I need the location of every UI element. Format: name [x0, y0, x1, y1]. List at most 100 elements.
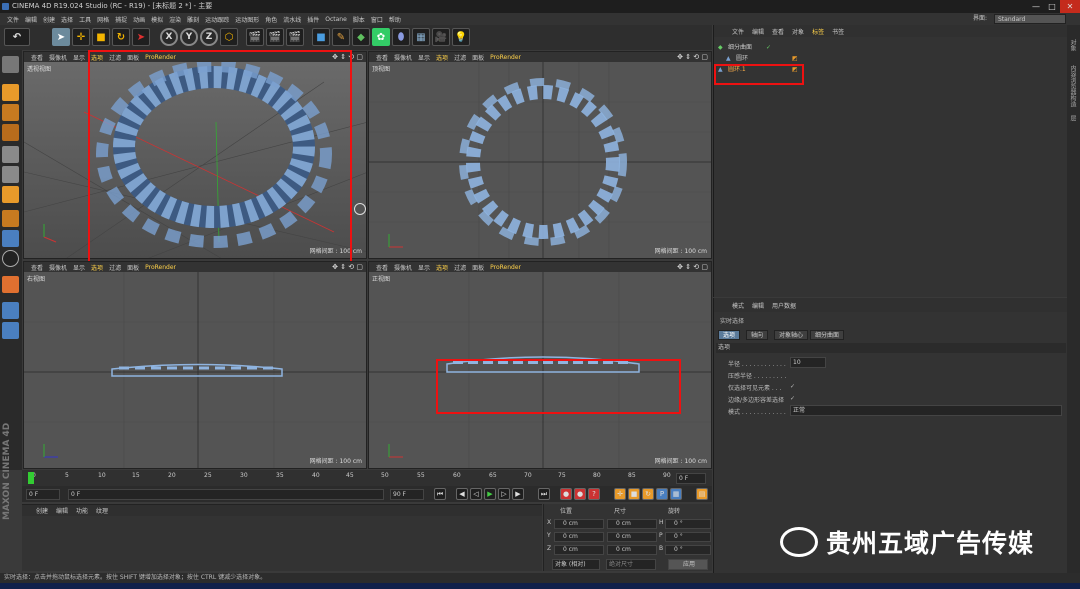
size-x-field[interactable]: 0 cm: [607, 519, 657, 529]
rotation-p-field[interactable]: 0 °: [665, 532, 711, 542]
subdivision-surface-icon[interactable]: ◆: [352, 28, 370, 46]
vp-menu-filter[interactable]: 过滤: [106, 53, 124, 62]
menu-mesh[interactable]: 网格: [94, 15, 112, 24]
prev-frame-icon[interactable]: ◁: [470, 488, 482, 500]
menu-select[interactable]: 选择: [58, 15, 76, 24]
go-to-start-icon[interactable]: ⏮: [434, 488, 446, 500]
visibility-check-icon[interactable]: ✓: [766, 43, 771, 53]
make-editable-icon[interactable]: [2, 56, 19, 73]
position-y-field[interactable]: 0 cm: [554, 532, 604, 542]
cube-icon[interactable]: ■: [312, 28, 330, 46]
end-frame-field[interactable]: 90 F: [390, 489, 424, 500]
vp-menu-view[interactable]: 查看: [28, 263, 46, 272]
menu-help[interactable]: 帮助: [386, 15, 404, 24]
tab-object-axis[interactable]: 对象轴心: [774, 330, 809, 340]
viewport-top[interactable]: 查看 摄像机 显示 选项 过滤 面板 ProRender ✥ ⇕ ⟲ ▢ 顶视图…: [368, 51, 712, 259]
layer-icon[interactable]: [2, 302, 19, 319]
playhead[interactable]: [28, 472, 34, 484]
obj-menu-file[interactable]: 文件: [728, 27, 748, 36]
snap-icon[interactable]: [2, 250, 19, 267]
axis-mode-icon[interactable]: [2, 210, 19, 227]
coord-mode-select[interactable]: 对象 (相对): [552, 559, 600, 570]
tab-subdivision[interactable]: 细分曲面: [810, 330, 845, 340]
menu-octane[interactable]: Octane: [322, 16, 350, 23]
next-frame-icon[interactable]: ▷: [498, 488, 510, 500]
attr-menu-edit[interactable]: 编辑: [748, 301, 768, 310]
vp-menu-options[interactable]: 选项: [88, 53, 106, 62]
obj-menu-view[interactable]: 查看: [768, 27, 788, 36]
menu-tools[interactable]: 工具: [76, 15, 94, 24]
viewport-nav-icon[interactable]: ✥ ⇕ ⟲ ▢: [332, 263, 363, 271]
tab-content-browser[interactable]: 内容浏览器: [1068, 65, 1077, 95]
vp-menu-display[interactable]: 显示: [70, 263, 88, 272]
vp-menu-cameras[interactable]: 摄像机: [391, 263, 415, 272]
tag-icon[interactable]: ◩: [792, 54, 798, 64]
model-mode-icon[interactable]: [2, 84, 19, 101]
timeline-ruler[interactable]: 0 5 10 15 20 25 30 35 40 45 50 55 60 65 …: [22, 470, 712, 486]
coordinate-system-icon[interactable]: ⬡: [220, 28, 238, 46]
start-frame-field[interactable]: 0 F: [26, 489, 60, 500]
recent-tool-icon[interactable]: ➤: [132, 28, 150, 46]
rotation-b-field[interactable]: 0 °: [665, 545, 711, 555]
vp-menu-options[interactable]: 选项: [433, 263, 451, 272]
render-settings-icon[interactable]: 🎬: [286, 28, 304, 46]
auto-key-icon[interactable]: ●: [574, 488, 586, 500]
layout-select[interactable]: Standard: [994, 14, 1066, 24]
vp-menu-prorender[interactable]: ProRender: [142, 54, 179, 61]
vp-menu-filter[interactable]: 过滤: [451, 263, 469, 272]
tab-options[interactable]: 选项: [718, 330, 741, 340]
mode-select[interactable]: 正常: [790, 405, 1062, 416]
quantize-icon[interactable]: [2, 276, 19, 293]
render-view-icon[interactable]: 🎬: [246, 28, 264, 46]
x-axis-lock-icon[interactable]: X: [160, 28, 178, 46]
mat-menu-create[interactable]: 创建: [32, 506, 52, 515]
mat-menu-edit[interactable]: 编辑: [52, 506, 72, 515]
menu-file[interactable]: 文件: [4, 15, 22, 24]
vp-menu-prorender[interactable]: ProRender: [487, 264, 524, 271]
object-row[interactable]: ▲ 圆环 ◩: [714, 54, 1068, 64]
vp-menu-panel[interactable]: 面板: [124, 53, 142, 62]
obj-menu-bookmarks[interactable]: 书签: [828, 27, 848, 36]
mat-menu-texture[interactable]: 纹理: [92, 506, 112, 515]
range-slider[interactable]: 0 F: [68, 489, 384, 500]
polygons-mode-icon[interactable]: [2, 186, 19, 203]
vp-menu-view[interactable]: 查看: [28, 53, 46, 62]
vp-menu-cameras[interactable]: 摄像机: [46, 263, 70, 272]
viewport-front[interactable]: 查看 摄像机 显示 选项 过滤 面板 ProRender ✥ ⇕ ⟲ ▢ 正视图…: [368, 261, 712, 469]
menu-create[interactable]: 创建: [40, 15, 58, 24]
timeline-window-icon[interactable]: ▤: [696, 488, 708, 500]
menu-sculpt[interactable]: 雕刻: [184, 15, 202, 24]
size-mode-select[interactable]: 绝对尺寸: [606, 559, 656, 570]
menu-edit[interactable]: 编辑: [22, 15, 40, 24]
solo-icon[interactable]: [2, 322, 19, 339]
apply-button[interactable]: 应用: [668, 559, 708, 570]
vp-menu-view[interactable]: 查看: [373, 53, 391, 62]
z-axis-lock-icon[interactable]: Z: [200, 28, 218, 46]
mat-menu-function[interactable]: 功能: [72, 506, 92, 515]
edges-mode-icon[interactable]: [2, 166, 19, 183]
viewport-right[interactable]: 查看 摄像机 显示 选项 过滤 面板 ProRender ✥ ⇕ ⟲ ▢ 右视图…: [23, 261, 367, 469]
record-keys-icon[interactable]: ●: [560, 488, 572, 500]
viewport-nav-icon[interactable]: ✥ ⇕ ⟲ ▢: [677, 53, 708, 61]
floor-icon[interactable]: ▦: [412, 28, 430, 46]
rotation-h-field[interactable]: 0 °: [665, 519, 711, 529]
move-icon[interactable]: ✛: [72, 28, 90, 46]
vp-menu-filter[interactable]: 过滤: [451, 53, 469, 62]
rotate-icon[interactable]: ↻: [112, 28, 130, 46]
tolerant-select-checkbox[interactable]: ✓: [790, 395, 795, 402]
key-pla-icon[interactable]: ▦: [670, 488, 682, 500]
radius-field[interactable]: 10: [790, 357, 826, 368]
deformer-icon[interactable]: ⬮: [392, 28, 410, 46]
menu-script[interactable]: 脚本: [350, 15, 368, 24]
key-scale-icon[interactable]: ■: [628, 488, 640, 500]
menu-window[interactable]: 窗口: [368, 15, 386, 24]
viewport-nav-icon[interactable]: ✥ ⇕ ⟲ ▢: [677, 263, 708, 271]
menu-motion-tracking[interactable]: 运动跟踪: [202, 15, 232, 24]
render-picture-viewer-icon[interactable]: 🎬: [266, 28, 284, 46]
vp-menu-filter[interactable]: 过滤: [106, 263, 124, 272]
texture-mode-icon[interactable]: [2, 104, 19, 121]
menu-mograph[interactable]: 运动图形: [232, 15, 262, 24]
vp-menu-display[interactable]: 显示: [415, 53, 433, 62]
vp-menu-prorender[interactable]: ProRender: [487, 54, 524, 61]
vp-menu-panel[interactable]: 面板: [469, 53, 487, 62]
